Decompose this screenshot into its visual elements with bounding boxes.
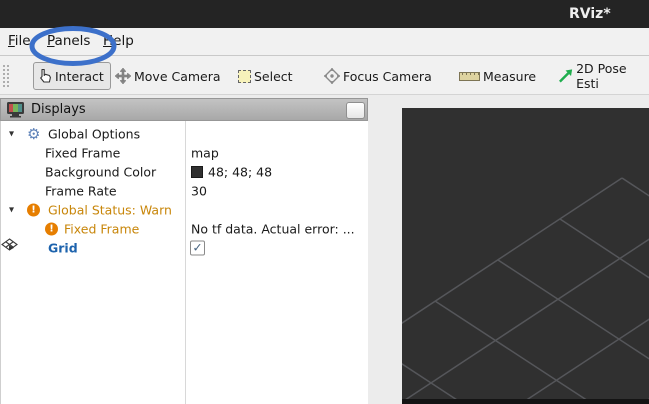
row-name: Grid bbox=[48, 240, 78, 255]
measure-tool-button[interactable]: Measure bbox=[459, 62, 536, 90]
tool-label: Measure bbox=[483, 69, 536, 84]
displays-tree: ▾ ⚙ Global Options Fixed Frame map Backg… bbox=[0, 121, 368, 404]
tool-label: 2D Pose Esti bbox=[576, 61, 649, 91]
toolbar-grip-handle[interactable] bbox=[2, 64, 9, 88]
monitor-icon bbox=[6, 101, 25, 118]
rviz-window: RViz* File Panels Help Interact bbox=[0, 0, 649, 404]
row-name: Fixed Frame bbox=[45, 145, 120, 160]
select-tool-button[interactable]: Select bbox=[238, 62, 293, 90]
row-value[interactable]: 48; 48; 48 bbox=[208, 164, 272, 179]
hand-pointer-icon bbox=[37, 68, 52, 84]
tree-row-frame-rate[interactable]: Frame Rate 30 bbox=[1, 181, 369, 200]
tool-label: Interact bbox=[55, 69, 104, 84]
tool-label: Focus Camera bbox=[343, 69, 432, 84]
window-title: RViz* bbox=[569, 6, 611, 22]
move-arrows-icon bbox=[115, 68, 131, 84]
row-value[interactable]: 30 bbox=[191, 183, 207, 198]
row-name: Global Options bbox=[48, 126, 140, 141]
row-value[interactable]: map bbox=[191, 145, 219, 160]
window-titlebar: RViz* bbox=[0, 0, 649, 28]
focus-crosshair-icon bbox=[324, 68, 340, 84]
viewport-bottom-edge bbox=[402, 399, 649, 404]
tree-row-background-color[interactable]: Background Color 48; 48; 48 bbox=[1, 162, 369, 181]
tree-row-fixed-frame[interactable]: Fixed Frame map bbox=[1, 143, 369, 162]
tree-row-global-status[interactable]: ▾ ! Global Status: Warn bbox=[1, 200, 369, 219]
menu-item-panels[interactable]: Panels bbox=[47, 33, 90, 49]
row-name: Background Color bbox=[45, 164, 156, 179]
toolbar: Interact Move Camera Select bbox=[0, 56, 649, 95]
row-name: Global Status: Warn bbox=[48, 202, 172, 217]
tree-row-grid[interactable]: ▸ Grid ✓ bbox=[1, 238, 369, 257]
expand-arrow-icon[interactable]: ▸ bbox=[9, 242, 14, 253]
warning-icon: ! bbox=[45, 222, 58, 235]
expand-arrow-icon[interactable]: ▾ bbox=[9, 128, 14, 139]
displays-panel: Displays ▾ ⚙ Global Options Fixed Frame … bbox=[0, 98, 368, 404]
displays-panel-header[interactable]: Displays bbox=[0, 98, 368, 121]
selection-box-icon bbox=[238, 70, 251, 83]
move-camera-tool-button[interactable]: Move Camera bbox=[115, 62, 221, 90]
grid-enabled-checkbox[interactable]: ✓ bbox=[190, 240, 205, 255]
interact-tool-button[interactable]: Interact bbox=[33, 62, 111, 90]
tool-label: Select bbox=[254, 69, 293, 84]
expand-arrow-icon[interactable]: ▾ bbox=[9, 204, 14, 215]
row-name: Fixed Frame bbox=[64, 221, 139, 236]
ground-grid bbox=[402, 108, 649, 399]
dock-area: Displays ▾ ⚙ Global Options Fixed Frame … bbox=[0, 95, 649, 404]
menu-bar: File Panels Help bbox=[0, 28, 649, 56]
ruler-icon bbox=[459, 72, 480, 81]
menu-item-file[interactable]: File bbox=[8, 33, 31, 49]
tree-row-global-options[interactable]: ▾ ⚙ Global Options bbox=[1, 124, 369, 143]
tool-label: Move Camera bbox=[134, 69, 221, 84]
tree-row-fixed-frame-status[interactable]: ! Fixed Frame No tf data. Actual error: … bbox=[1, 219, 369, 238]
panel-float-button[interactable] bbox=[346, 102, 365, 119]
focus-camera-tool-button[interactable]: Focus Camera bbox=[324, 62, 432, 90]
row-name: Frame Rate bbox=[45, 183, 117, 198]
gear-icon: ⚙ bbox=[27, 125, 40, 143]
2d-pose-estimate-tool-button[interactable]: 2D Pose Esti bbox=[558, 62, 649, 90]
menu-item-help[interactable]: Help bbox=[103, 33, 134, 49]
warning-icon: ! bbox=[27, 203, 40, 216]
color-swatch bbox=[191, 166, 203, 178]
row-value: No tf data. Actual error: ... bbox=[191, 221, 355, 236]
displays-panel-title: Displays bbox=[31, 102, 86, 117]
3d-viewport[interactable] bbox=[402, 108, 649, 399]
pose-arrow-icon bbox=[558, 68, 573, 84]
